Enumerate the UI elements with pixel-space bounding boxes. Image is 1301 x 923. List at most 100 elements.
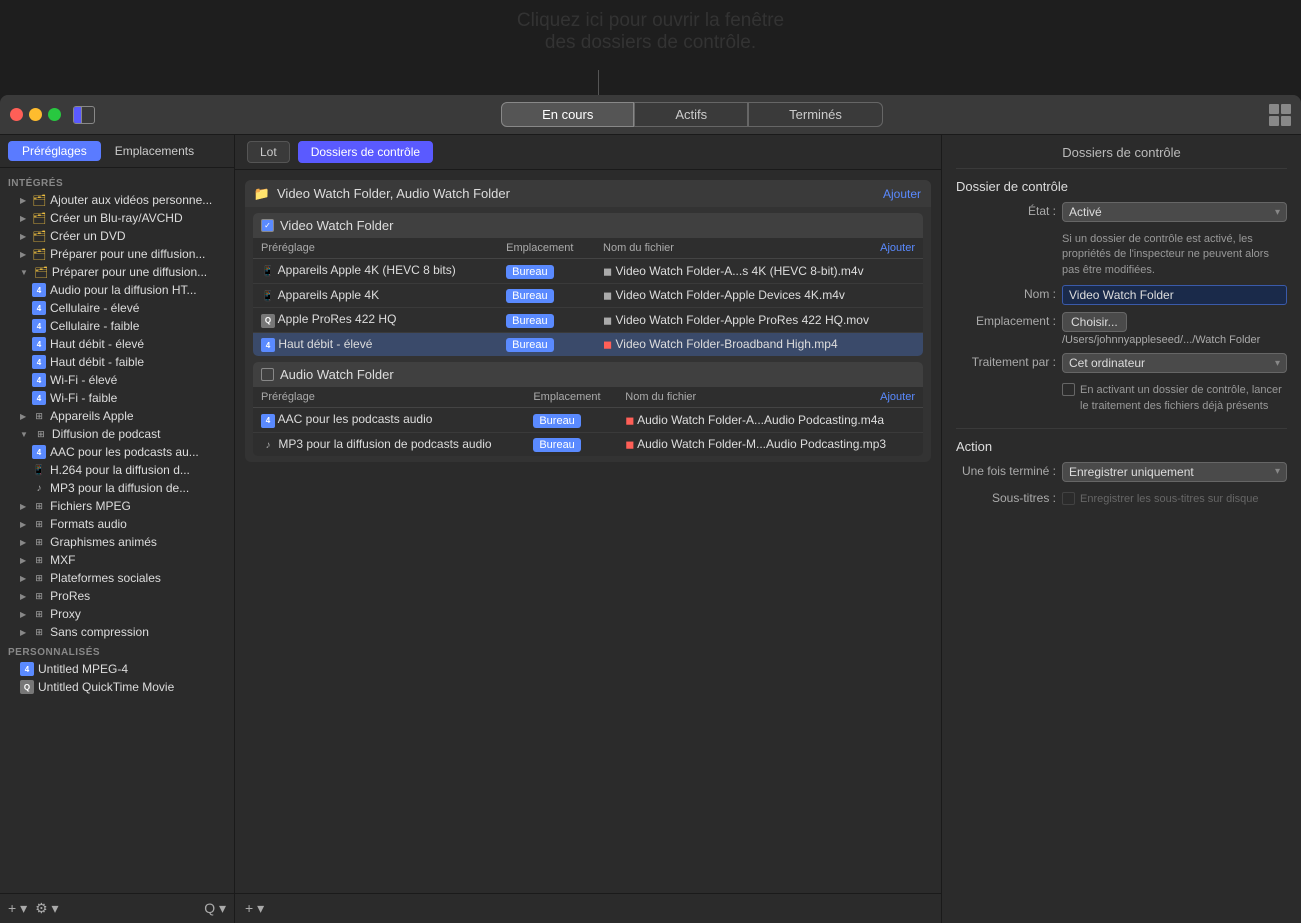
close-button[interactable] <box>10 108 23 121</box>
sidebar-item-cellulaire-eleve[interactable]: 4 Cellulaire - élevé <box>0 299 234 317</box>
chevron-icon: ▶ <box>20 574 26 583</box>
chevron-icon: ▶ <box>20 628 26 637</box>
sidebar-item-appareils[interactable]: ▶ ⊞ Appareils Apple <box>0 407 234 425</box>
inspector-section-action: Action Une fois terminé : Enregistrer un… <box>956 439 1287 507</box>
table-row[interactable]: 📱 Appareils Apple 4K Bureau ◼ Video Watc… <box>253 283 923 308</box>
sidebar-item-h264[interactable]: 📱 H.264 pour la diffusion d... <box>0 461 234 479</box>
col-emplacement: Emplacement <box>525 387 617 408</box>
settings-button[interactable]: ⚙ ▾ <box>35 900 58 917</box>
tab-prereglages[interactable]: Préréglages <box>8 141 101 161</box>
sidebar-item-label: Audio pour la diffusion HT... <box>50 283 197 297</box>
sidebar-item-graphismes[interactable]: ▶ ⊞ Graphismes animés <box>0 533 234 551</box>
sidebar-item-cellulaire-faible[interactable]: 4 Cellulaire - faible <box>0 317 234 335</box>
sidebar-item-label: Sans compression <box>50 625 149 639</box>
sidebar-item-formats-audio[interactable]: ▶ ⊞ Formats audio <box>0 515 234 533</box>
sidebar-item-untitled-qt[interactable]: Q Untitled QuickTime Movie <box>0 678 234 696</box>
dossiers-button[interactable]: Dossiers de contrôle <box>298 141 433 163</box>
sidebar-item-haut-debit-faible[interactable]: 4 Haut débit - faible <box>0 353 234 371</box>
etat-dropdown[interactable]: Activé ▾ <box>1062 202 1287 222</box>
sidebar-item-plateformes[interactable]: ▶ ⊞ Plateformes sociales <box>0 569 234 587</box>
table-add-button[interactable]: Ajouter <box>880 391 915 403</box>
sidebar-item-sans-compression[interactable]: ▶ ⊞ Sans compression <box>0 623 234 641</box>
sidebar-item-label: MXF <box>50 553 75 567</box>
traitement-value: Cet ordinateur ▾ <box>1062 353 1287 373</box>
chevron-icon: ▶ <box>20 556 26 565</box>
sidebar-item-dvd[interactable]: ▶ 🗂 Créer un DVD <box>0 227 234 245</box>
audio-folder-name: Audio Watch Folder <box>280 367 394 382</box>
sidebar-item-haut-debit-eleve[interactable]: 4 Haut débit - élevé <box>0 335 234 353</box>
lot-button[interactable]: Lot <box>247 141 290 163</box>
tab-termines[interactable]: Terminés <box>748 102 883 127</box>
activate-checkbox[interactable] <box>1062 383 1075 396</box>
sidebar-item-prores[interactable]: ▶ ⊞ ProRes <box>0 587 234 605</box>
inspector-divider <box>956 428 1287 429</box>
une-fois-value: Enregistrer uniquement ▾ <box>1062 462 1287 482</box>
file-icon: ◼ <box>625 415 634 427</box>
sidebar-item-untitled-mpeg[interactable]: 4 Untitled MPEG-4 <box>0 660 234 678</box>
file-icon: ◼ <box>603 339 612 351</box>
sidebar-item-mpeg[interactable]: ▶ ⊞ Fichiers MPEG <box>0 497 234 515</box>
une-fois-dropdown[interactable]: Enregistrer uniquement ▾ <box>1062 462 1287 482</box>
file-icon: ◼ <box>625 439 634 451</box>
watch-folder-group: 📁 Video Watch Folder, Audio Watch Folder… <box>245 180 931 462</box>
table-row[interactable]: 📱 Appareils Apple 4K (HEVC 8 bits) Burea… <box>253 259 923 284</box>
sidebar-item-label: Cellulaire - faible <box>50 319 139 333</box>
emplacement-row: Emplacement : Choisir... /Users/johnnyap… <box>956 312 1287 346</box>
table-add-button[interactable]: Ajouter <box>880 242 915 254</box>
sidebar-item-aac-podcast[interactable]: 4 AAC pour les podcasts au... <box>0 443 234 461</box>
minimize-button[interactable] <box>29 108 42 121</box>
sidebar-item-mp3[interactable]: ♪ MP3 pour la diffusion de... <box>0 479 234 497</box>
chevron-icon: ▶ <box>20 232 26 241</box>
sidebar-item-bluray[interactable]: ▶ 🗂 Créer un Blu-ray/AVCHD <box>0 209 234 227</box>
preset-q-icon: Q <box>20 680 34 694</box>
maximize-button[interactable] <box>48 108 61 121</box>
table-row[interactable]: 4 Haut débit - élevé Bureau ◼ Video Watc… <box>253 332 923 356</box>
traitement-label: Traitement par : <box>956 353 1056 369</box>
sidebar-item-audio-ht[interactable]: 4 Audio pour la diffusion HT... <box>0 281 234 299</box>
q-icon: Q <box>261 314 275 328</box>
table-row[interactable]: ♪ MP3 pour la diffusion de podcasts audi… <box>253 432 923 456</box>
section-header-integres: INTÉGRÉS <box>0 172 234 191</box>
cell-location: Bureau <box>525 432 617 456</box>
sidebar-item-ajouter[interactable]: ▶ 🗂 Ajouter aux vidéos personne... <box>0 191 234 209</box>
col-prereglage: Préréglage <box>253 238 498 259</box>
sidebar-item-label: Appareils Apple <box>50 409 133 423</box>
table-row[interactable]: Q Apple ProRes 422 HQ Bureau ◼ Video Wat… <box>253 308 923 333</box>
sidebar-item-proxy[interactable]: ▶ ⊞ Proxy <box>0 605 234 623</box>
audio-folder-checkbox[interactable] <box>261 368 274 381</box>
group-add-button[interactable]: Ajouter <box>883 187 921 201</box>
preset-4-icon: 4 <box>32 373 46 387</box>
location-badge: Bureau <box>533 438 580 452</box>
cell-filename: ◼ Video Watch Folder-Broadband High.mp4 <box>595 332 923 356</box>
sidebar-list: INTÉGRÉS ▶ 🗂 Ajouter aux vidéos personne… <box>0 168 234 893</box>
tab-emplacements[interactable]: Emplacements <box>101 141 208 161</box>
nom-input[interactable]: Video Watch Folder <box>1062 285 1287 305</box>
layout-icon[interactable] <box>73 106 95 124</box>
checkbox-spacer <box>956 380 1056 382</box>
grid-icon[interactable] <box>1269 104 1291 126</box>
video-folder-checkbox[interactable]: ✓ <box>261 219 274 232</box>
sidebar-item-diffusion1[interactable]: ▶ 🗂 Préparer pour une diffusion... <box>0 245 234 263</box>
sidebar-item-mxf[interactable]: ▶ ⊞ MXF <box>0 551 234 569</box>
inspector-section-dossier: Dossier de contrôle État : Activé ▾ Si u… <box>956 179 1287 414</box>
audio-watch-folder: Audio Watch Folder Préréglage Emplacemen… <box>253 362 923 456</box>
choisir-button[interactable]: Choisir... <box>1062 312 1127 332</box>
cell-location: Bureau <box>498 283 595 308</box>
col-emplacement: Emplacement <box>498 238 595 259</box>
search-button[interactable]: Q ▾ <box>204 900 226 917</box>
main-add-button[interactable]: + ▾ <box>245 900 264 917</box>
tab-en-cours[interactable]: En cours <box>501 102 634 127</box>
sidebar-item-wifi-faible[interactable]: 4 Wi-Fi - faible <box>0 389 234 407</box>
add-button[interactable]: + ▾ <box>8 900 27 917</box>
video-watch-folder: ✓ Video Watch Folder Préréglage Emplacem… <box>253 213 923 356</box>
traitement-dropdown[interactable]: Cet ordinateur ▾ <box>1062 353 1287 373</box>
etat-label: État : <box>956 202 1056 218</box>
sidebar-item-label: Plateformes sociales <box>50 571 161 585</box>
table-row[interactable]: 4 AAC pour les podcasts audio Bureau ◼ A… <box>253 408 923 433</box>
preset-4-icon: 4 <box>32 283 46 297</box>
sidebar-item-podcast[interactable]: ▼ ⊞ Diffusion de podcast <box>0 425 234 443</box>
tab-actifs[interactable]: Actifs <box>634 102 748 127</box>
sidebar-item-diffusion2[interactable]: ▼ 🗂 Préparer pour une diffusion... <box>0 263 234 281</box>
stack-icon: ⊞ <box>32 517 46 531</box>
sidebar-item-wifi-eleve[interactable]: 4 Wi-Fi - élevé <box>0 371 234 389</box>
